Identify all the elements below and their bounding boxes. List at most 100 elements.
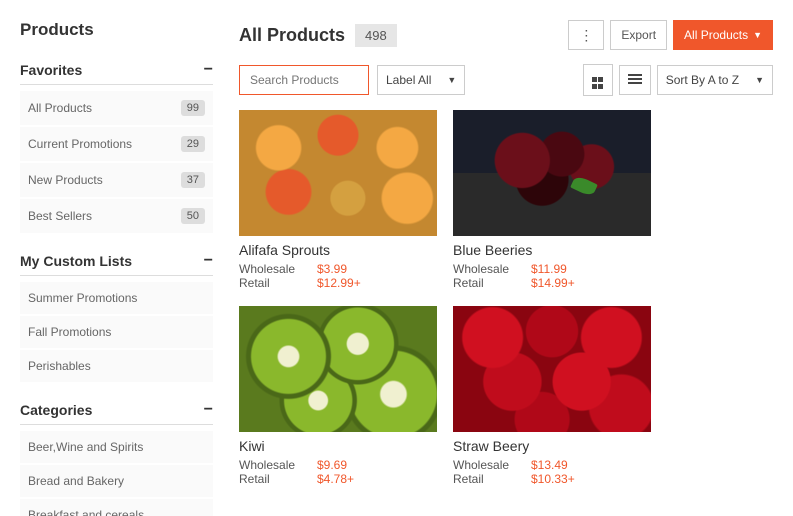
- sidebar-item-bread-bakery[interactable]: Bread and Bakery: [20, 465, 213, 497]
- product-card[interactable]: Straw Beery Wholesale $13.49 Retail $10.…: [453, 306, 651, 486]
- product-name: Blue Beeries: [453, 242, 651, 258]
- product-card[interactable]: Kiwi Wholesale $9.69 Retail $4.78+: [239, 306, 437, 486]
- filter-row: Label All ▼ Sort By A to Z ▼: [239, 64, 773, 96]
- favorites-header[interactable]: Favorites −: [20, 56, 213, 85]
- retail-price: $14.99+: [531, 276, 575, 290]
- wholesale-label: Wholesale: [453, 458, 531, 472]
- grid-view-button[interactable]: [583, 64, 613, 96]
- retail-label: Retail: [453, 276, 531, 290]
- product-filter-dropdown[interactable]: All Products ▼: [673, 20, 773, 50]
- filter-left: Label All ▼: [239, 65, 465, 95]
- categories-title: Categories: [20, 402, 92, 418]
- product-name: Alifafa Sprouts: [239, 242, 437, 258]
- custom-lists-section: My Custom Lists − Summer Promotions Fall…: [20, 247, 213, 382]
- label-filter-select[interactable]: Label All ▼: [377, 65, 465, 95]
- collapse-icon: −: [204, 62, 213, 78]
- sidebar-item-count: 99: [181, 100, 205, 116]
- chevron-down-icon: ▼: [753, 30, 762, 40]
- sidebar-item-breakfast-cereals[interactable]: Breakfast and cereals: [20, 499, 213, 516]
- header-actions: ⋮ Export All Products ▼: [568, 20, 773, 50]
- wholesale-price: $3.99: [317, 262, 347, 276]
- categories-header[interactable]: Categories −: [20, 396, 213, 425]
- sidebar-item-count: 50: [181, 208, 205, 224]
- header-left: All Products 498: [239, 24, 397, 47]
- custom-lists-title: My Custom Lists: [20, 253, 132, 269]
- filter-right: Sort By A to Z ▼: [583, 64, 773, 96]
- sidebar-item-label: Bread and Bakery: [28, 474, 124, 488]
- chevron-down-icon: ▼: [755, 75, 764, 85]
- sidebar-item-fall-promotions[interactable]: Fall Promotions: [20, 316, 213, 348]
- sidebar-item-all-products[interactable]: All Products 99: [20, 91, 213, 125]
- retail-price: $10.33+: [531, 472, 575, 486]
- product-name: Straw Beery: [453, 438, 651, 454]
- product-image: [453, 110, 651, 236]
- retail-row: Retail $14.99+: [453, 276, 651, 290]
- sidebar-item-summer-promotions[interactable]: Summer Promotions: [20, 282, 213, 314]
- sidebar-item-label: Breakfast and cereals: [28, 508, 144, 516]
- favorites-section: Favorites − All Products 99 Current Prom…: [20, 56, 213, 233]
- label-filter-value: Label All: [386, 73, 431, 87]
- categories-section: Categories − Beer,Wine and Spirits Bread…: [20, 396, 213, 516]
- product-name: Kiwi: [239, 438, 437, 454]
- wholesale-row: Wholesale $11.99: [453, 262, 651, 276]
- page-title: All Products: [239, 25, 345, 46]
- sidebar-item-label: Best Sellers: [28, 209, 92, 223]
- export-button[interactable]: Export: [610, 20, 667, 50]
- grid-icon: [592, 77, 604, 89]
- retail-row: Retail $12.99+: [239, 276, 437, 290]
- list-icon: [628, 72, 642, 86]
- sort-select[interactable]: Sort By A to Z ▼: [657, 65, 773, 95]
- sidebar-item-count: 29: [181, 136, 205, 152]
- product-filter-label: All Products: [684, 28, 748, 42]
- custom-lists-header[interactable]: My Custom Lists −: [20, 247, 213, 276]
- list-view-button[interactable]: [619, 65, 651, 95]
- wholesale-price: $11.99: [531, 262, 567, 276]
- product-image: [453, 306, 651, 432]
- wholesale-label: Wholesale: [453, 262, 531, 276]
- collapse-icon: −: [204, 253, 213, 269]
- product-image: [239, 110, 437, 236]
- sidebar-item-current-promotions[interactable]: Current Promotions 29: [20, 127, 213, 161]
- retail-label: Retail: [453, 472, 531, 486]
- product-card[interactable]: Blue Beeries Wholesale $11.99 Retail $14…: [453, 110, 651, 290]
- retail-label: Retail: [239, 276, 317, 290]
- sidebar-item-label: Summer Promotions: [28, 291, 137, 305]
- sidebar-item-label: Current Promotions: [28, 137, 132, 151]
- wholesale-label: Wholesale: [239, 262, 317, 276]
- wholesale-label: Wholesale: [239, 458, 317, 472]
- sidebar-item-best-sellers[interactable]: Best Sellers 50: [20, 199, 213, 233]
- sidebar-item-label: Fall Promotions: [28, 325, 111, 339]
- sidebar-item-label: New Products: [28, 173, 103, 187]
- sidebar-item-perishables[interactable]: Perishables: [20, 350, 213, 382]
- sidebar: Products Favorites − All Products 99 Cur…: [0, 0, 225, 516]
- sidebar-item-count: 37: [181, 172, 205, 188]
- sidebar-item-label: Perishables: [28, 359, 91, 373]
- sidebar-item-label: Beer,Wine and Spirits: [28, 440, 143, 454]
- product-count-badge: 498: [355, 24, 397, 47]
- wholesale-price: $9.69: [317, 458, 347, 472]
- retail-row: Retail $10.33+: [453, 472, 651, 486]
- sidebar-title: Products: [20, 20, 213, 40]
- retail-row: Retail $4.78+: [239, 472, 437, 486]
- sort-value: Sort By A to Z: [666, 73, 739, 87]
- sidebar-item-new-products[interactable]: New Products 37: [20, 163, 213, 197]
- page-header: All Products 498 ⋮ Export All Products ▼: [239, 20, 773, 50]
- retail-price: $12.99+: [317, 276, 361, 290]
- product-card[interactable]: Alifafa Sprouts Wholesale $3.99 Retail $…: [239, 110, 437, 290]
- sidebar-item-beer-wine-spirits[interactable]: Beer,Wine and Spirits: [20, 431, 213, 463]
- favorites-title: Favorites: [20, 62, 82, 78]
- main-content: All Products 498 ⋮ Export All Products ▼…: [225, 0, 793, 516]
- chevron-down-icon: ▼: [447, 75, 456, 85]
- collapse-icon: −: [204, 402, 213, 418]
- wholesale-row: Wholesale $3.99: [239, 262, 437, 276]
- search-input[interactable]: [239, 65, 369, 95]
- product-grid: Alifafa Sprouts Wholesale $3.99 Retail $…: [239, 110, 773, 486]
- sidebar-item-label: All Products: [28, 101, 92, 115]
- wholesale-row: Wholesale $13.49: [453, 458, 651, 472]
- wholesale-row: Wholesale $9.69: [239, 458, 437, 472]
- retail-label: Retail: [239, 472, 317, 486]
- retail-price: $4.78+: [317, 472, 354, 486]
- product-image: [239, 306, 437, 432]
- wholesale-price: $13.49: [531, 458, 568, 472]
- more-options-button[interactable]: ⋮: [568, 20, 604, 50]
